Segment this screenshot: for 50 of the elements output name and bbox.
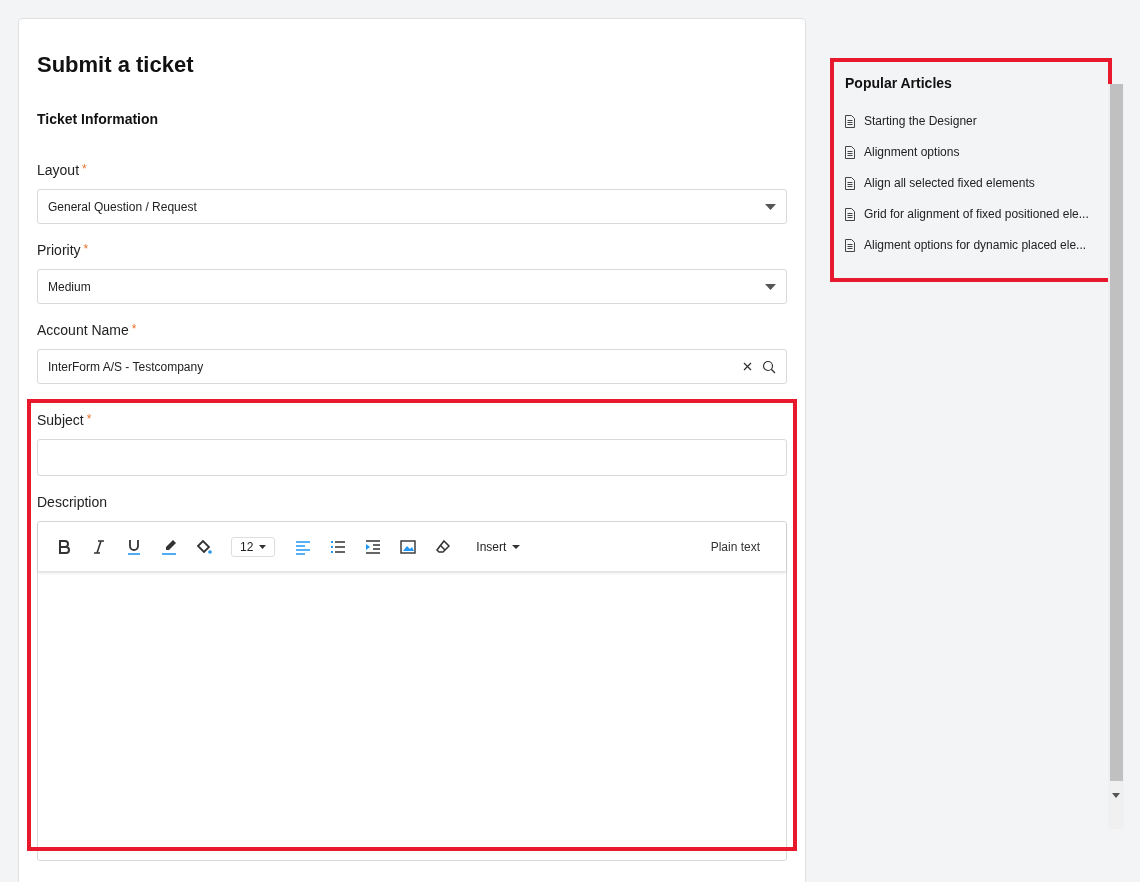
required-mark: * <box>86 411 92 428</box>
article-link[interactable]: Align all selected fixed elements <box>864 174 1035 192</box>
dropdown[interactable]: General Question / Request <box>37 189 787 224</box>
eraser-icon[interactable] <box>435 538 452 555</box>
field-label: Layout <box>37 161 80 180</box>
document-icon <box>845 238 855 252</box>
field-label: Description <box>37 493 108 512</box>
clear-icon[interactable] <box>743 362 752 371</box>
plain-text-button[interactable]: Plain text <box>710 537 760 556</box>
search-icon[interactable] <box>762 359 776 374</box>
dropdown[interactable]: Medium <box>37 269 787 304</box>
field-label: Priority <box>37 241 81 260</box>
input-field[interactable] <box>37 439 787 476</box>
image-icon[interactable] <box>400 538 417 555</box>
document-icon <box>845 207 855 221</box>
section-title: Ticket Information <box>37 110 160 129</box>
page-title: Submit a ticket <box>37 51 195 79</box>
italic-icon[interactable] <box>91 538 107 555</box>
field-label: Subject <box>37 411 84 430</box>
required-mark: * <box>82 161 87 178</box>
scrollbar-thumb[interactable] <box>1109 84 1123 781</box>
font-size-dropdown[interactable]: 12 <box>231 536 276 557</box>
scrollbar[interactable] <box>1108 84 1124 829</box>
caret-icon <box>765 203 776 210</box>
dropdown-value: General Question / Request <box>48 198 197 216</box>
caret-icon <box>512 544 521 549</box>
caret-icon <box>259 544 267 549</box>
dropdown-value: Medium <box>48 278 91 296</box>
bold-icon[interactable] <box>56 538 72 555</box>
article-link[interactable]: Aligment options for dynamic placed ele... <box>864 236 1087 254</box>
field-value: InterForm A/S - Testcompany <box>48 358 205 376</box>
caret-icon <box>765 283 776 290</box>
document-icon <box>845 114 855 128</box>
document-icon <box>845 145 855 159</box>
indent-icon[interactable] <box>365 538 382 555</box>
panel-title: Popular Articles <box>845 74 953 93</box>
scroll-down-icon[interactable] <box>1112 793 1120 798</box>
rich-text-editor[interactable]: 12 Insert Plain text <box>37 521 787 861</box>
document-icon <box>845 176 855 190</box>
article-link[interactable]: Alignment options <box>864 143 960 161</box>
required-mark: * <box>131 321 137 338</box>
required-mark: * <box>83 241 89 258</box>
article-link[interactable]: Starting the Designer <box>864 112 977 130</box>
lookup-field[interactable]: InterForm A/S - Testcompany <box>37 349 787 384</box>
paint-bucket-icon[interactable] <box>196 538 212 555</box>
field-label: Account Name <box>37 321 129 340</box>
article-link[interactable]: Grid for alignment of fixed positioned ele... <box>864 205 1089 223</box>
bulleted-list-icon[interactable] <box>330 538 347 555</box>
underline-icon[interactable] <box>126 538 142 555</box>
insert-menu-button[interactable]: Insert <box>476 537 521 556</box>
